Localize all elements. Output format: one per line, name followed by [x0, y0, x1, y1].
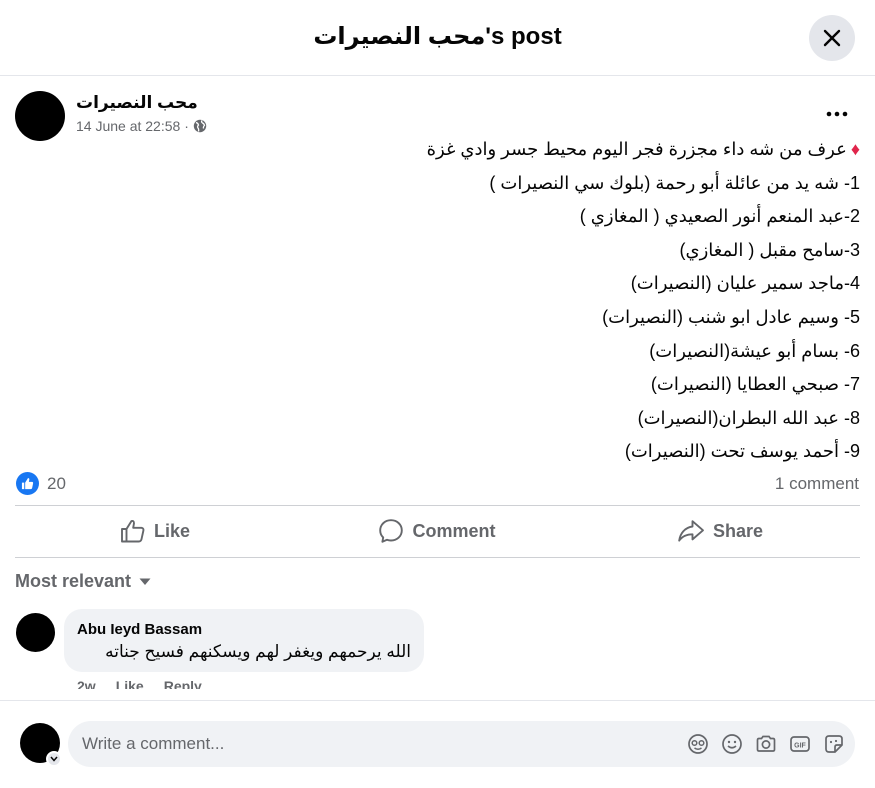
post-intro-text: عرف من شه داء مجزرة فجر اليوم محيط جسر و…: [426, 139, 847, 159]
share-icon: [678, 520, 704, 542]
red-diamond-icon: ♦: [850, 139, 860, 159]
composer-divider: [0, 700, 875, 701]
smiley-icon: [722, 734, 742, 754]
comment-label: Comment: [412, 520, 496, 541]
comment-bubble: Abu Ieyd Bassam الله يرحمهم ويغفر لهم وي…: [64, 609, 424, 672]
globe-icon: [193, 119, 207, 133]
close-icon: [823, 29, 841, 47]
avatar-sticker-button[interactable]: [687, 733, 709, 755]
close-button[interactable]: [809, 15, 855, 61]
comment-icon: [379, 519, 404, 543]
post-meta: 14 June at 22:58 ·: [76, 118, 207, 134]
post-line: 6- بسام أبو عيشة(النصيرات): [649, 340, 860, 361]
sticker-button[interactable]: [823, 733, 845, 755]
gif-button[interactable]: GIF: [789, 733, 811, 755]
comment-actions: 2w Like Reply: [77, 677, 202, 689]
dialog-title: محب النصيرات's post: [313, 23, 562, 50]
post-intro-line: ♦عرف من شه داء مجزرة فجر اليوم محيط جسر …: [100, 136, 860, 170]
avatar-face-icon: [688, 734, 708, 754]
post-line: 8- عبد الله البطران(النصيرات): [637, 407, 860, 428]
more-options-button[interactable]: [822, 101, 852, 127]
divider: [15, 505, 860, 506]
gif-icon: GIF: [790, 736, 810, 752]
like-reaction-icon: [16, 472, 39, 495]
chevron-down-icon: [50, 756, 58, 762]
comment-reply-button[interactable]: Reply: [164, 677, 202, 689]
share-button[interactable]: Share: [580, 508, 860, 554]
post-line: 5- وسيم عادل ابو شنب (النصيرات): [602, 306, 860, 327]
comment-age[interactable]: 2w: [77, 677, 96, 689]
camera-icon: [756, 735, 776, 752]
post-line: 3-سامح مقبل ( المغازي): [679, 239, 860, 260]
commenter-avatar[interactable]: [16, 613, 55, 652]
comment-text: الله يرحمهم ويغفر لهم ويسكنهم فسيح جناته: [105, 642, 411, 661]
post-line: 1- شه يد من عائلة أبو رحمة (بلوك سي النص…: [489, 172, 860, 193]
like-label: Like: [153, 520, 191, 541]
post-line: 2-عبد المنعم أنور الصعيدي ( المغازي ): [579, 206, 860, 227]
author-avatar[interactable]: [15, 91, 65, 141]
post-body: ♦عرف من شه داء مجزرة فجر اليوم محيط جسر …: [100, 136, 860, 472]
composer-tools: GIF: [687, 733, 845, 755]
svg-text:GIF: GIF: [794, 743, 806, 750]
comment-sort-dropdown[interactable]: Most relevant: [15, 571, 151, 592]
like-button[interactable]: Like: [15, 508, 295, 554]
more-options-icon: [826, 111, 848, 117]
profile-switch-badge[interactable]: [46, 751, 62, 767]
divider: [15, 557, 860, 558]
reactions-summary[interactable]: 20: [16, 472, 66, 495]
sort-label: Most relevant: [15, 571, 132, 591]
post-line: 7- صبحي العطايا (النصيرات): [650, 374, 860, 395]
sticker-icon: [825, 735, 843, 753]
post-line: 4-ماجد سمير عليان (النصيرات): [630, 273, 860, 294]
author-name[interactable]: محب النصيرات: [76, 93, 198, 113]
post-timestamp[interactable]: 14 June at 22:58 ·: [76, 118, 189, 134]
comment-author[interactable]: Abu Ieyd Bassam: [77, 621, 411, 638]
comment-like-button[interactable]: Like: [116, 677, 144, 689]
emoji-button[interactable]: [721, 733, 743, 755]
comment-button[interactable]: Comment: [297, 508, 577, 554]
reaction-count: 20: [47, 473, 66, 493]
dialog-header: محب النصيرات's post: [0, 0, 875, 76]
caret-down-icon: [139, 578, 151, 585]
photo-button[interactable]: [755, 733, 777, 755]
like-icon: [121, 519, 145, 543]
post-line: 9- أحمد يوسف تحت (النصيرات): [624, 441, 860, 462]
share-label: Share: [712, 520, 764, 541]
comment-count[interactable]: 1 comment: [775, 474, 859, 494]
